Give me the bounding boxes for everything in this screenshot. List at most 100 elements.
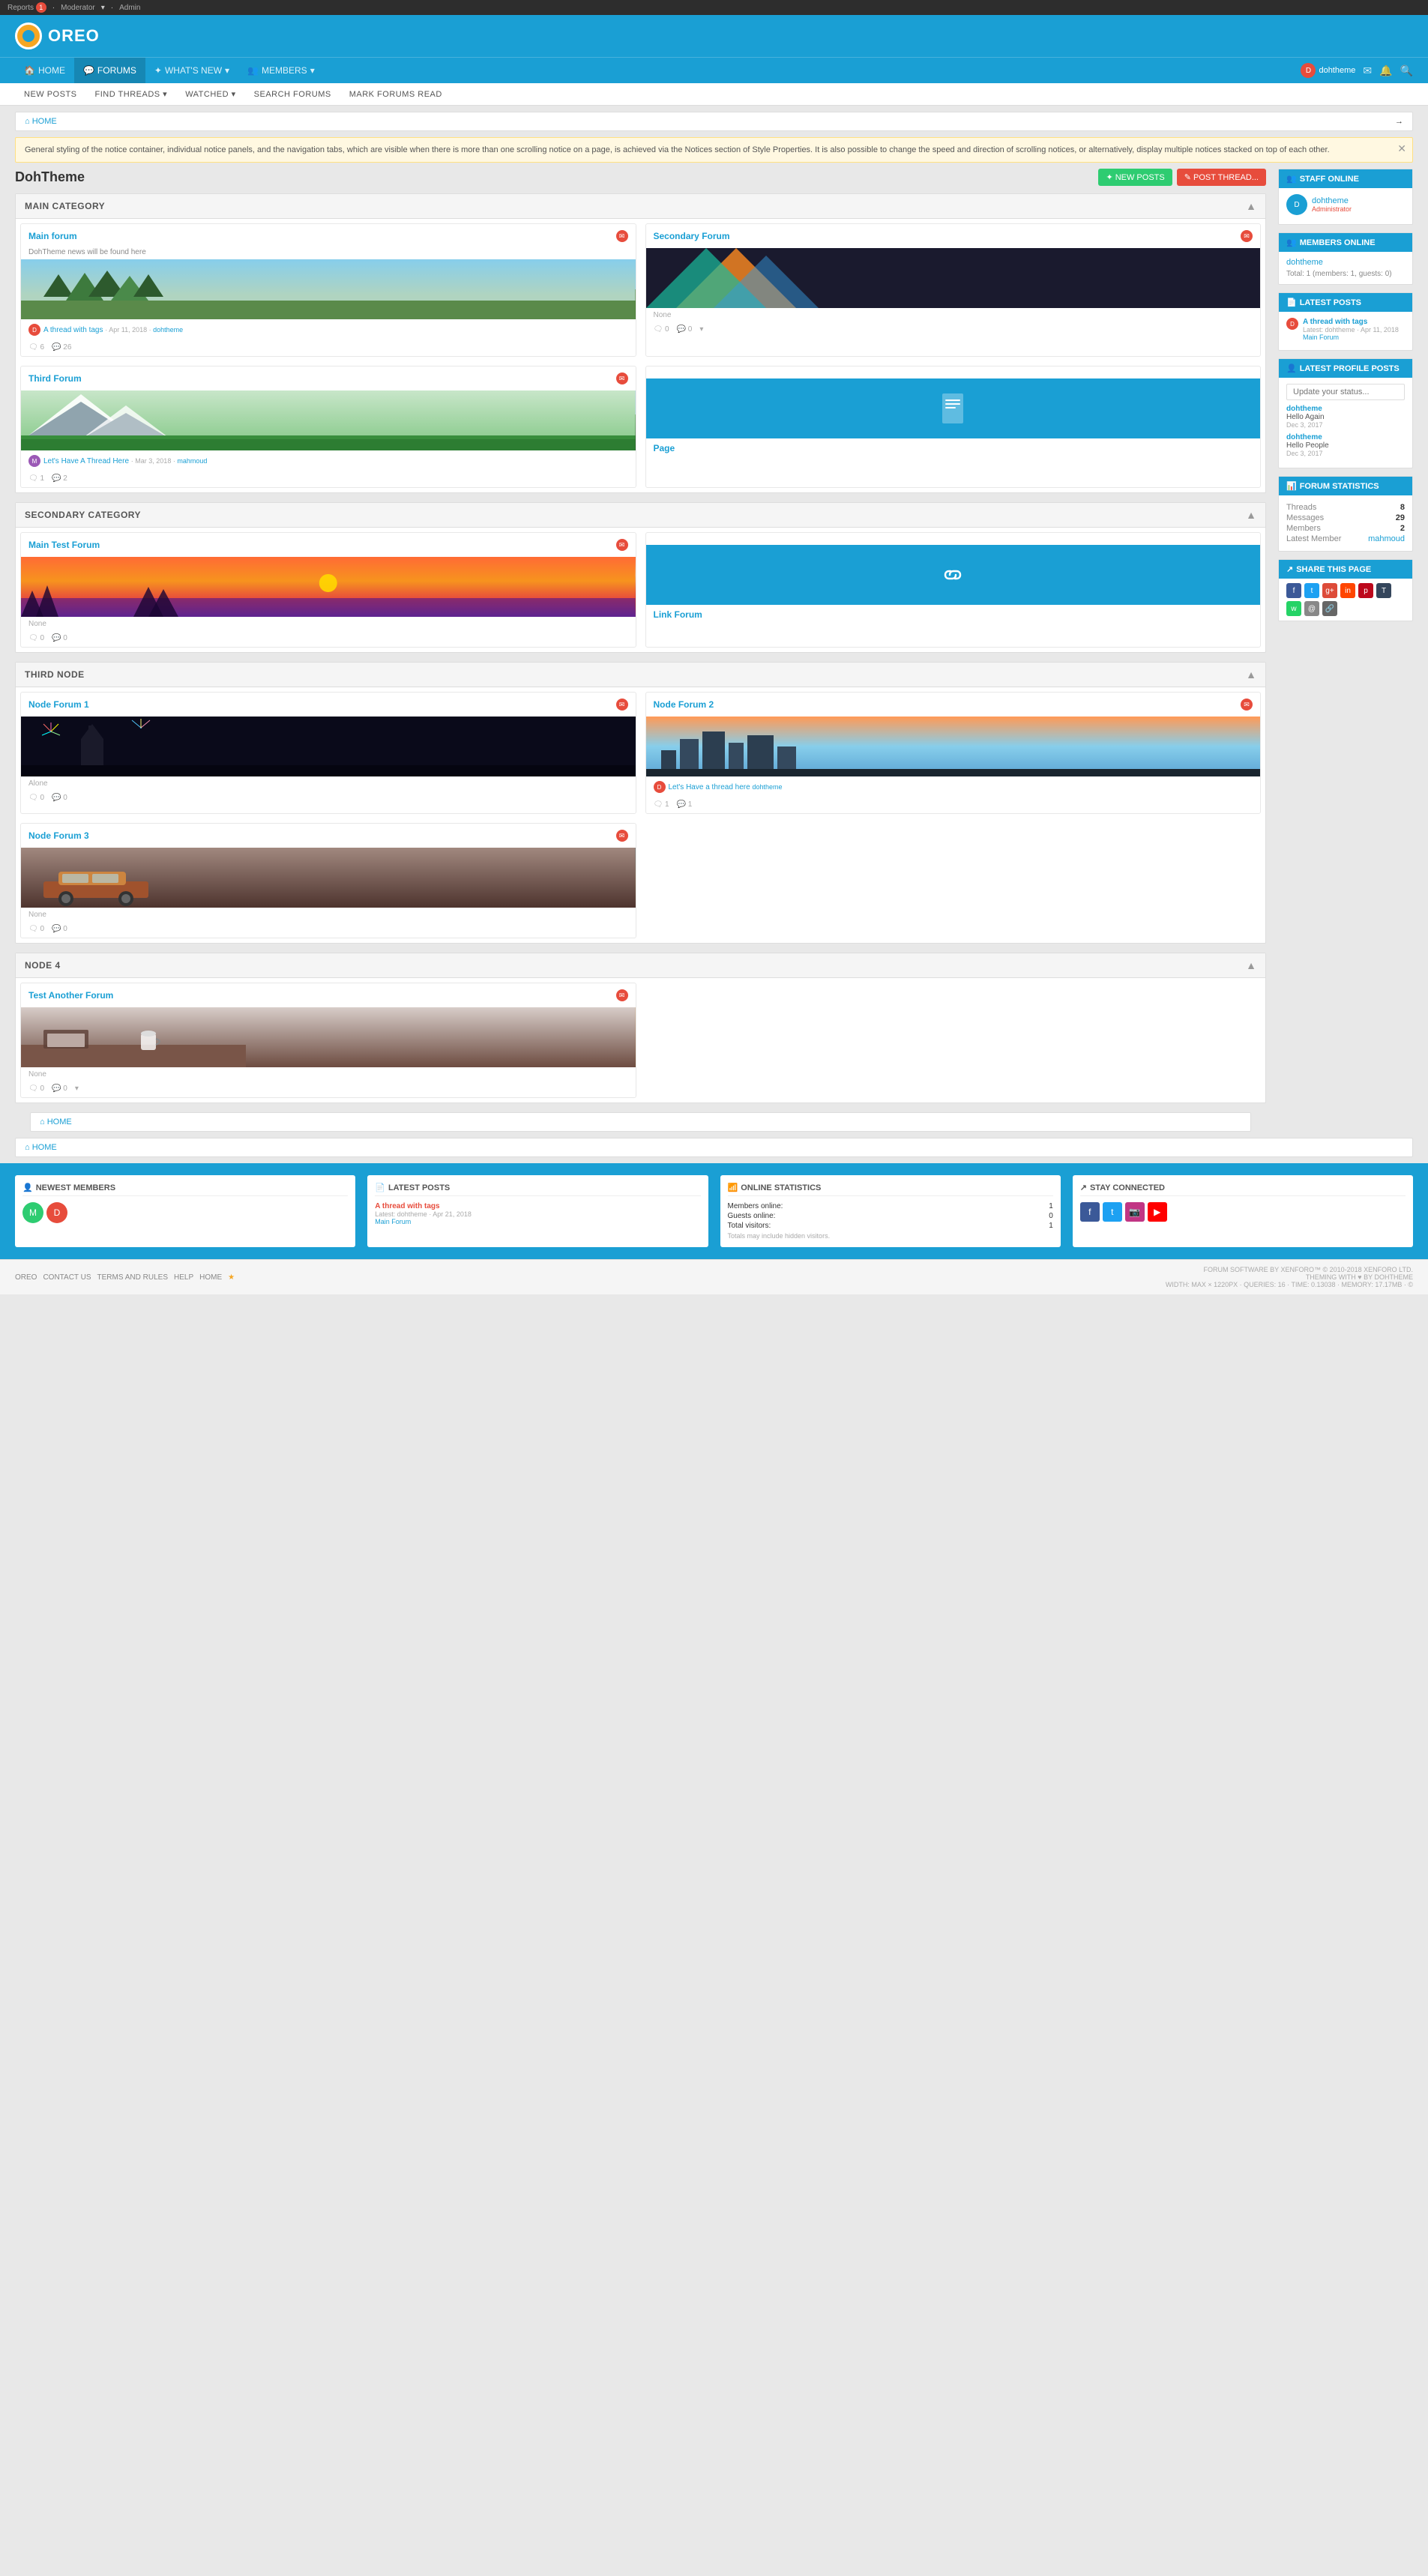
social-facebook[interactable]: f <box>1080 1202 1100 1222</box>
category-title-secondary: SECONDARY CATEGORY <box>25 510 141 520</box>
forum-card-third-title[interactable]: Third Forum <box>28 373 82 384</box>
forum-card-node1-title[interactable]: Node Forum 1 <box>28 699 89 710</box>
category-collapse-secondary[interactable]: ▲ <box>1246 509 1256 521</box>
breadcrumb-home[interactable]: ⌂ HOME <box>25 117 57 126</box>
forum-card-node1-header: Node Forum 1 ✉ <box>21 693 636 717</box>
footer-link-terms[interactable]: TERMS AND RULES <box>97 1273 168 1282</box>
post-thread-button[interactable]: ✎ POST THREAD... <box>1177 169 1266 186</box>
share-twitter[interactable]: t <box>1304 583 1319 598</box>
new-posts-button[interactable]: ✦ NEW POSTS <box>1098 169 1172 186</box>
share-facebook[interactable]: f <box>1286 583 1301 598</box>
alerts-icon[interactable]: 🔔 <box>1379 64 1392 77</box>
forum-card-node2-title[interactable]: Node Forum 2 <box>654 699 714 710</box>
forum-new-badge-2: ✉ <box>1241 230 1253 242</box>
nav-home[interactable]: 🏠 HOME <box>15 58 74 83</box>
main-category-grid: Main forum ✉ DohTheme news will be found… <box>16 219 1265 361</box>
forum-card-page: Page <box>645 366 1262 488</box>
footer-breadcrumb-home[interactable]: ⌂ HOME <box>25 1143 57 1152</box>
sub-nav-new-posts[interactable]: NEW POSTS <box>15 83 86 105</box>
footer-bottom: OREO CONTACT US TERMS AND RULES HELP HOM… <box>0 1259 1428 1294</box>
latest-thread-user[interactable]: dohtheme <box>153 326 183 334</box>
forum-page-label[interactable]: Page <box>646 438 1261 458</box>
status-input[interactable] <box>1286 384 1405 400</box>
category-collapse-main[interactable]: ▲ <box>1246 200 1256 212</box>
footer-avatar-m[interactable]: M <box>22 1202 43 1223</box>
category-collapse-node4[interactable]: ▲ <box>1246 959 1256 971</box>
messages-icon[interactable]: ✉ <box>1363 64 1372 77</box>
profile-post-user-1[interactable]: dohtheme <box>1286 405 1405 413</box>
forum-card-node3-title[interactable]: Node Forum 3 <box>28 830 89 841</box>
share-googleplus[interactable]: g+ <box>1322 583 1337 598</box>
share-whatsapp[interactable]: w <box>1286 601 1301 616</box>
footer-link-help[interactable]: HELP <box>174 1273 193 1282</box>
staff-username[interactable]: dohtheme <box>1312 196 1352 205</box>
sub-nav-watched[interactable]: WATCHED ▾ <box>176 83 244 105</box>
latest-post-title[interactable]: A thread with tags <box>1303 318 1399 326</box>
footer-breadcrumb: ⌂ HOME <box>15 1138 1413 1157</box>
share-link[interactable]: 🔗 <box>1322 601 1337 616</box>
stat-dropdown[interactable]: ▾ <box>75 1085 79 1093</box>
share-reddit[interactable]: in <box>1340 583 1355 598</box>
nav-members[interactable]: 👥 MEMBERS ▾ <box>238 58 324 83</box>
footer-link-oreo[interactable]: OREO <box>15 1273 37 1282</box>
stat-arrow[interactable]: ▾ <box>699 325 703 334</box>
reports-link[interactable]: Reports 1 <box>7 2 46 13</box>
forum-new-badge: ✉ <box>616 230 628 242</box>
forum-link-label[interactable]: Link Forum <box>646 605 1261 624</box>
forum-card-main-title[interactable]: Main forum <box>28 231 77 241</box>
stat-guests-online-row: Guests online: 0 <box>728 1212 1053 1220</box>
footer-theming: THEMING WITH ♥ BY DOHTHEME <box>1166 1273 1413 1281</box>
social-instagram[interactable]: 📷 <box>1125 1202 1145 1222</box>
social-youtube[interactable]: ▶ <box>1148 1202 1167 1222</box>
content-footer-home[interactable]: ⌂ HOME <box>40 1117 72 1126</box>
logo-wrap[interactable]: OREO <box>15 22 100 49</box>
forum-card-test-title[interactable]: Main Test Forum <box>28 540 100 550</box>
latest-user-3[interactable]: mahmoud <box>177 457 207 465</box>
notice-close-button[interactable]: ✕ <box>1397 142 1406 155</box>
latest-thread-node2[interactable]: Let's Have a thread here <box>669 783 750 791</box>
footer-link-home[interactable]: HOME <box>199 1273 222 1282</box>
sub-nav-find-threads[interactable]: FIND THREADS ▾ <box>86 83 177 105</box>
reports-badge: 1 <box>36 2 46 13</box>
share-tumblr[interactable]: T <box>1376 583 1391 598</box>
share-email[interactable]: @ <box>1304 601 1319 616</box>
search-icon[interactable]: 🔍 <box>1400 64 1413 77</box>
latest-thread-title-3[interactable]: Let's Have A Thread Here <box>43 457 129 465</box>
forum-latest-main: D A thread with tags · Apr 11, 2018 · do… <box>21 319 636 340</box>
latest-thread-title[interactable]: A thread with tags <box>43 326 103 334</box>
stat-latest-value[interactable]: mahmoud <box>1368 534 1405 543</box>
forum-card-secondary-title[interactable]: Secondary Forum <box>654 231 730 241</box>
social-twitter[interactable]: t <box>1103 1202 1122 1222</box>
footer-links: OREO CONTACT US TERMS AND RULES HELP HOM… <box>15 1273 235 1282</box>
footer-latest-post: A thread with tags Latest: dohtheme · Ap… <box>375 1202 700 1225</box>
moderator-link[interactable]: Moderator <box>61 4 95 12</box>
members-username[interactable]: dohtheme <box>1286 258 1405 267</box>
footer-link-contact[interactable]: CONTACT US <box>43 1273 91 1282</box>
stat-members-label: Members <box>1286 524 1321 533</box>
nav-user[interactable]: D dohtheme <box>1301 63 1355 78</box>
stat-messages: 💬 26 <box>52 343 71 352</box>
forum-card-test-another: Test Another Forum ✉ <box>20 983 636 1098</box>
widget-forum-stats-body: Threads 8 Messages 29 Members 2 Latest M… <box>1279 495 1412 551</box>
footer-tech-info: WIDTH: MAX × 1220PX · QUERIES: 16 · TIME… <box>1166 1281 1413 1288</box>
footer-avatar-d[interactable]: D <box>46 1202 67 1223</box>
nav-whats-new[interactable]: ✦ WHAT'S NEW ▾ <box>145 58 238 83</box>
admin-link[interactable]: Admin <box>119 4 140 12</box>
profile-post-user-2[interactable]: dohtheme <box>1286 433 1405 441</box>
category-collapse-third-node[interactable]: ▲ <box>1246 669 1256 681</box>
forum-card-test-another-title[interactable]: Test Another Forum <box>28 990 113 1001</box>
forum-stats-test: 🗨 0 💬 0 <box>21 631 636 647</box>
footer-star: ★ <box>228 1273 235 1282</box>
forum-none-test: None <box>21 617 636 631</box>
nav-forums[interactable]: 💬 FORUMS <box>74 58 145 83</box>
footer-post-forum[interactable]: Main Forum <box>375 1218 700 1225</box>
footer-post-title[interactable]: A thread with tags <box>375 1202 700 1210</box>
sub-nav-mark-read[interactable]: MARK FORUMS READ <box>340 83 451 105</box>
footer-widget-latest-title: 📄 LATEST POSTS <box>375 1183 700 1196</box>
latest-post-avatar: D <box>1286 318 1298 330</box>
admin-label: ▾ <box>101 4 105 12</box>
share-pinterest[interactable]: p <box>1358 583 1373 598</box>
forum-none-node3: None <box>21 908 636 922</box>
latest-post-forum[interactable]: Main Forum <box>1303 334 1399 341</box>
sub-nav-search-forums[interactable]: SEARCH FORUMS <box>245 83 340 105</box>
